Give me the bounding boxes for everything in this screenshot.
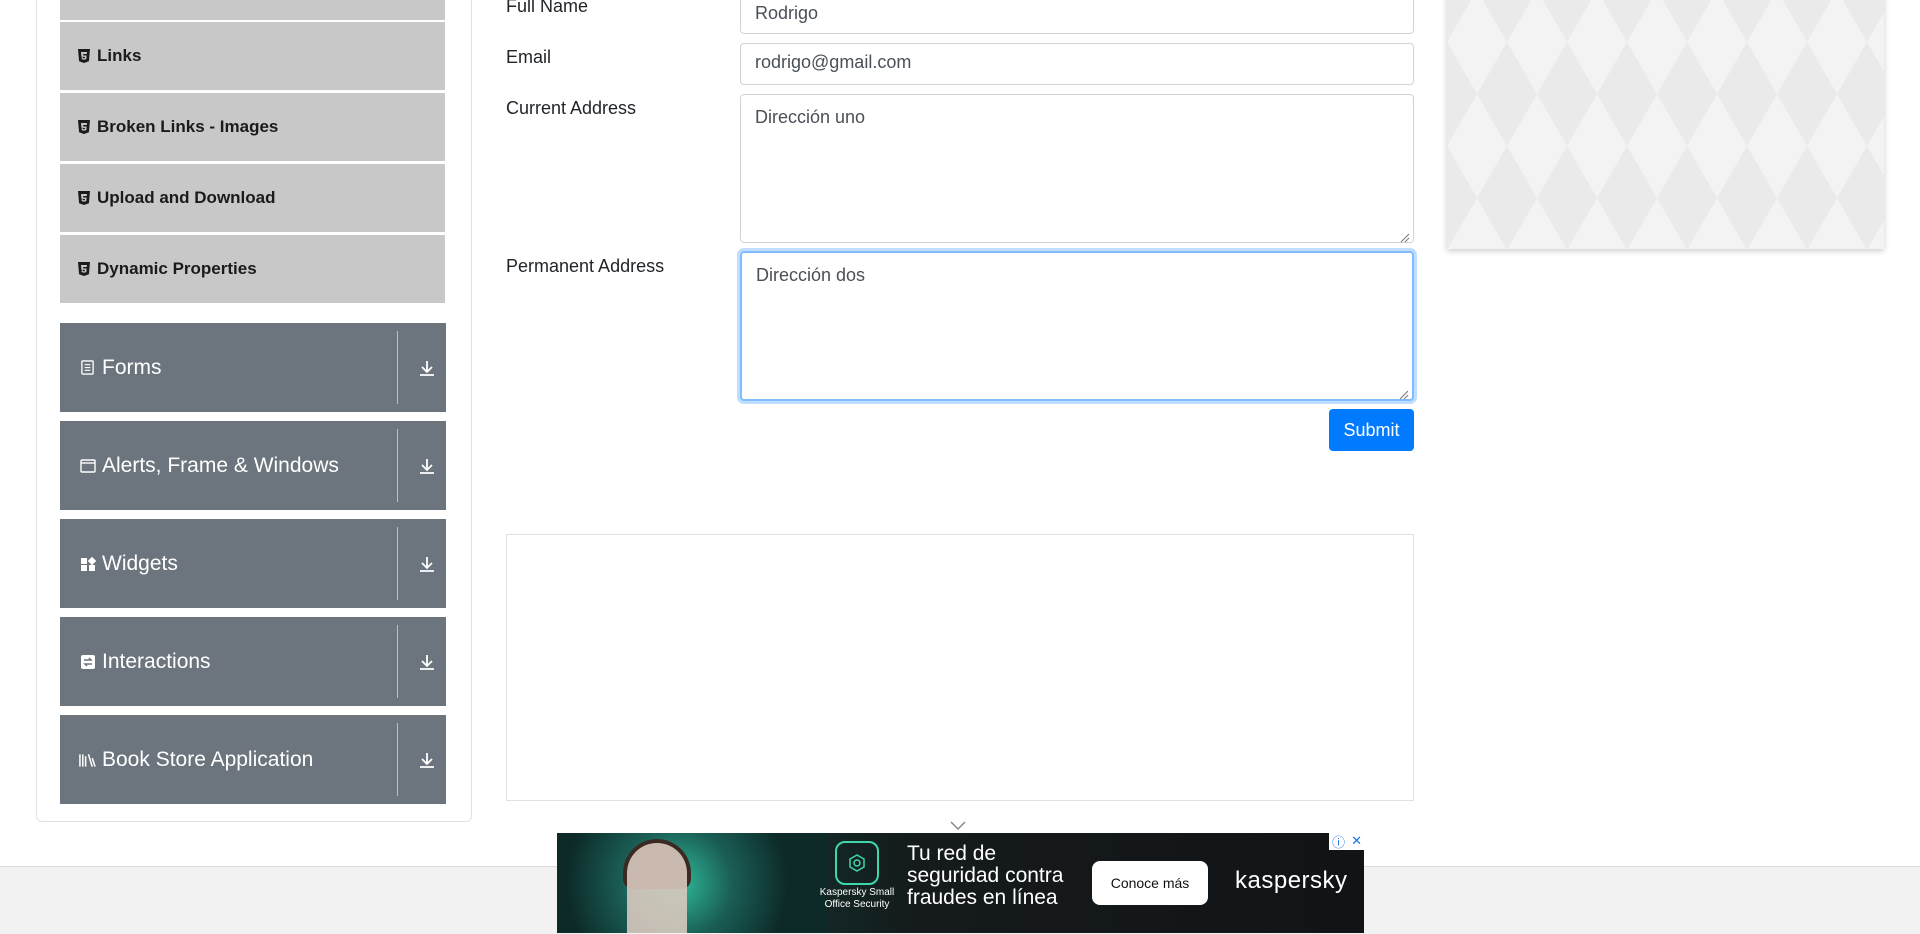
group-title: Forms xyxy=(102,355,162,379)
group-title: Interactions xyxy=(102,649,211,673)
decorative-pattern-image xyxy=(1447,0,1884,249)
sidebar-item-dynamic-properties[interactable]: Dynamic Properties xyxy=(60,235,445,303)
current-address-value: Dirección uno xyxy=(755,107,866,127)
window-icon xyxy=(79,457,96,474)
email-value: rodrigo@gmail.com xyxy=(755,52,912,72)
ad-person xyxy=(627,843,687,933)
sidebar-item-label: Upload and Download xyxy=(97,188,276,207)
ad-controls: ⓘ ✕ xyxy=(1329,832,1365,850)
download-arrow-icon[interactable] xyxy=(418,653,436,671)
resize-handle-icon[interactable] xyxy=(1397,384,1409,400)
submit-button[interactable]: Submit xyxy=(1329,409,1414,451)
current-address-textarea[interactable]: Dirección uno xyxy=(740,94,1414,243)
ad-logo-caption: Kaspersky Small Office Security xyxy=(819,887,895,910)
full-name-label: Full Name xyxy=(506,0,589,16)
books-icon xyxy=(79,751,96,768)
group-title: Widgets xyxy=(102,551,178,575)
sidebar-item-upload-download[interactable]: Upload and Download xyxy=(60,164,445,232)
sidebar-item-links[interactable]: Links xyxy=(60,22,445,90)
group-divider xyxy=(397,429,398,502)
document-icon xyxy=(79,359,96,376)
interactions-icon xyxy=(79,653,96,670)
kaspersky-logo-icon xyxy=(835,841,879,885)
close-icon[interactable]: ✕ xyxy=(1351,833,1362,849)
ad-headline: Tu red de seguridad contra fraudes en lí… xyxy=(907,842,1064,909)
sidebar-item-label: Links xyxy=(97,46,142,65)
full-name-input[interactable]: Rodrigo xyxy=(740,0,1414,34)
resize-handle-icon[interactable] xyxy=(1398,227,1410,243)
email-input[interactable]: rodrigo@gmail.com xyxy=(740,43,1414,85)
ad-brand-logo: kaspersky xyxy=(1235,867,1348,894)
widgets-icon xyxy=(79,555,96,572)
ad-photo xyxy=(557,833,827,933)
group-divider xyxy=(397,527,398,600)
permanent-address-value: Dirección dos xyxy=(756,265,866,285)
group-divider xyxy=(397,625,398,698)
download-arrow-icon[interactable] xyxy=(418,751,436,769)
ad-cta-button[interactable]: Conoce más xyxy=(1092,861,1208,905)
group-divider xyxy=(397,723,398,796)
current-address-label: Current Address xyxy=(506,98,637,118)
html5-icon xyxy=(77,191,91,205)
download-arrow-icon[interactable] xyxy=(418,359,436,377)
sidebar-item-label: Broken Links - Images xyxy=(97,117,279,136)
sidebar-group-forms[interactable]: Forms xyxy=(60,323,446,412)
html5-icon xyxy=(77,49,91,63)
sidebar-group-book-store[interactable]: Book Store Application xyxy=(60,715,446,804)
sidebar-item-broken-links[interactable]: Broken Links - Images xyxy=(60,93,445,161)
permanent-address-textarea[interactable]: Dirección dos xyxy=(740,251,1414,401)
sidebar-group-alerts[interactable]: Alerts, Frame & Windows xyxy=(60,421,446,510)
download-arrow-icon[interactable] xyxy=(418,555,436,573)
email-label: Email xyxy=(506,47,552,67)
output-box xyxy=(506,534,1414,801)
permanent-address-label: Permanent Address xyxy=(506,256,665,276)
download-arrow-icon[interactable] xyxy=(418,457,436,475)
sidebar-group-interactions[interactable]: Interactions xyxy=(60,617,446,706)
group-title: Alerts, Frame & Windows xyxy=(102,453,339,477)
full-name-value: Rodrigo xyxy=(755,3,819,23)
group-title: Book Store Application xyxy=(102,747,314,771)
ad-info-icon[interactable]: ⓘ xyxy=(1332,832,1345,851)
chevron-down-icon[interactable] xyxy=(950,818,966,831)
advertisement-banner[interactable]: Kaspersky Small Office Security Tu red d… xyxy=(557,833,1364,933)
group-divider xyxy=(397,331,398,404)
html5-icon xyxy=(77,262,91,276)
sidebar-group-widgets[interactable]: Widgets xyxy=(60,519,446,608)
sidebar-item-previous[interactable] xyxy=(60,0,445,20)
sidebar-item-label: Dynamic Properties xyxy=(97,259,257,278)
html5-icon xyxy=(77,120,91,134)
